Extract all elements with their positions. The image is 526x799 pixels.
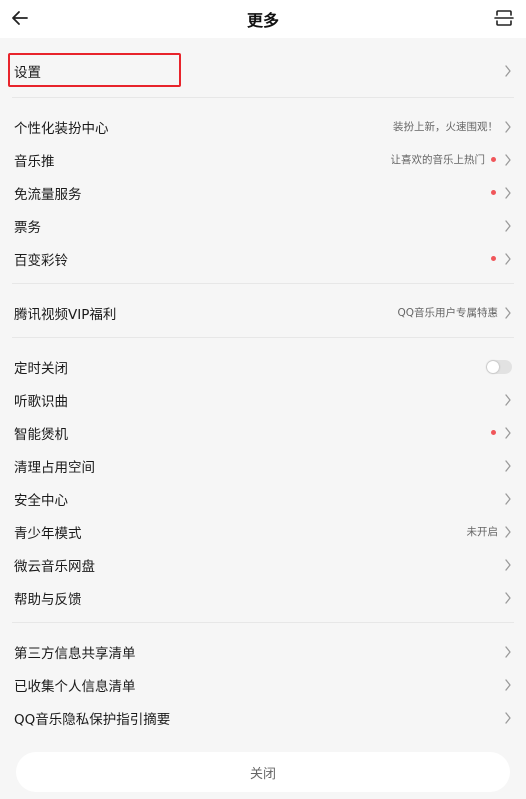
list-item[interactable]: 帮助与反馈 — [0, 581, 526, 614]
chevron-right-icon — [505, 306, 511, 319]
list-item[interactable]: 智能煲机 — [0, 416, 526, 449]
list-item-label: 安全中心 — [14, 492, 68, 509]
list-item-label: 微云音乐网盘 — [14, 558, 95, 575]
chevron-right-icon — [505, 186, 511, 199]
list-item-label: 听歌识曲 — [14, 393, 68, 410]
list-section: 第三方信息共享清单 已收集个人信息清单 QQ音乐隐私保护指引摘要 — [0, 635, 526, 734]
list-item[interactable]: 个性化装扮中心 装扮上新，火速围观！ — [0, 110, 526, 143]
timer-toggle[interactable] — [486, 359, 512, 374]
list-item-label: 票务 — [14, 219, 41, 236]
list-item[interactable]: 青少年模式 未开启 — [0, 515, 526, 548]
highlight-box — [8, 53, 181, 87]
chevron-right-icon — [505, 459, 511, 472]
chevron-right-icon — [505, 645, 511, 658]
list-item-label: 腾讯视频VIP福利 — [14, 306, 117, 323]
chevron-right-icon — [505, 426, 511, 439]
list-item[interactable]: 免流量服务 — [0, 176, 526, 209]
red-dot-badge — [491, 157, 496, 162]
list-item[interactable]: 已收集个人信息清单 — [0, 668, 526, 701]
chevron-right-icon — [505, 393, 511, 406]
list-item[interactable]: 音乐推 让喜欢的音乐上热门 — [0, 143, 526, 176]
list-section: 定时关闭听歌识曲智能煲机清理占用空间 安全中心青少年模式 未开启微云音乐网盘 帮助与反… — [0, 350, 526, 614]
list-item-label: 已收集个人信息清单 — [14, 678, 136, 695]
list-section: 个性化装扮中心 装扮上新，火速围观！ 音乐推 让喜欢的音乐上热门免流量服务票务百变彩铃 — [0, 110, 526, 275]
list-item[interactable]: 听歌识曲 — [0, 383, 526, 416]
red-dot-badge — [491, 256, 496, 261]
close-button-label: 关闭 — [249, 766, 276, 782]
list-item-subtitle: 未开启 — [466, 526, 499, 538]
red-dot-badge — [491, 430, 496, 435]
toggle-knob — [487, 360, 499, 373]
list-item[interactable]: 定时关闭 — [0, 350, 526, 383]
chevron-right-icon — [505, 492, 511, 505]
list-item-subtitle: 装扮上新，火速围观！ — [393, 121, 498, 133]
list-item[interactable]: 安全中心 — [0, 482, 526, 515]
list-item-subtitle: 让喜欢的音乐上热门 — [390, 154, 486, 166]
list-item-label: 帮助与反馈 — [14, 591, 82, 608]
list-item[interactable]: 腾讯视频VIP福利 QQ音乐用户专属特惠 — [0, 296, 526, 329]
list-item-label: 百变彩铃 — [14, 252, 68, 269]
top-bar: 更多 — [0, 0, 526, 38]
chevron-right-icon — [505, 252, 511, 265]
chevron-right-icon — [505, 219, 511, 232]
scan-icon[interactable] — [494, 8, 514, 28]
list-item-subtitle: QQ音乐用户专属特惠 — [397, 307, 498, 319]
chevron-right-icon — [505, 591, 511, 604]
chevron-right-icon — [505, 678, 511, 691]
list-item-label: 个性化装扮中心 — [14, 120, 109, 137]
chevron-right-icon — [505, 525, 511, 538]
list-item[interactable]: 第三方信息共享清单 — [0, 635, 526, 668]
list-item-label: QQ音乐隐私保护指引摘要 — [14, 711, 171, 728]
list-item[interactable]: 微云音乐网盘 — [0, 548, 526, 581]
chevron-right-icon — [505, 64, 511, 77]
chevron-right-icon — [505, 711, 511, 724]
list-item-label: 第三方信息共享清单 — [14, 645, 136, 662]
list-item-label: 清理占用空间 — [14, 459, 95, 476]
close-button[interactable]: 关闭 — [16, 752, 510, 792]
list-item[interactable]: QQ音乐隐私保护指引摘要 — [0, 701, 526, 734]
page-title: 更多 — [246, 11, 279, 30]
list-item[interactable]: 百变彩铃 — [0, 242, 526, 275]
list-item-label: 音乐推 — [14, 153, 55, 170]
list-item-label: 免流量服务 — [14, 186, 82, 203]
list-item[interactable]: 票务 — [0, 209, 526, 242]
list-section: 腾讯视频VIP福利 QQ音乐用户专属特惠 — [0, 296, 526, 329]
list-item-label: 青少年模式 — [14, 525, 82, 542]
list-item-label: 智能煲机 — [14, 426, 68, 443]
chevron-right-icon — [505, 120, 511, 133]
list-item[interactable]: 清理占用空间 — [0, 449, 526, 482]
chevron-right-icon — [505, 558, 511, 571]
chevron-right-icon — [505, 153, 511, 166]
red-dot-badge — [491, 190, 496, 195]
settings-list: 设置 个性化装扮中心 装扮上新，火速围观！ 音乐推 让喜欢的音乐上热门 免流量服务 票务 百变… — [0, 38, 526, 742]
list-item-label: 定时关闭 — [14, 360, 68, 377]
